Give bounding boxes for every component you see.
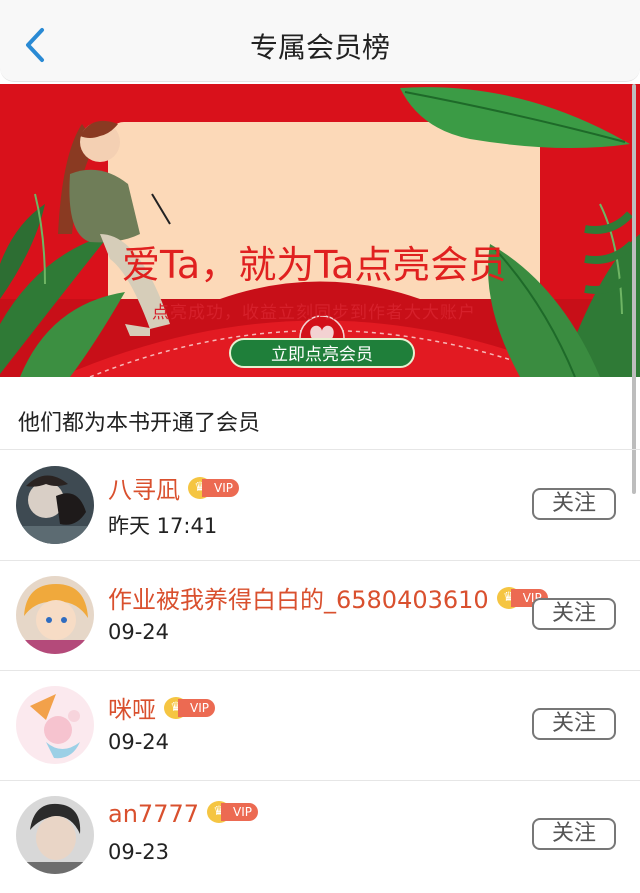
- member-row[interactable]: 作业被我养得白白的_6580403610 ♛ VIP 09-24 关注: [0, 560, 640, 670]
- vip-badge: ♛ VIP: [207, 801, 258, 823]
- member-name[interactable]: 咪哑 ♛ VIP: [108, 690, 215, 725]
- member-date: 09-24: [108, 620, 170, 644]
- scrollbar[interactable]: [632, 84, 636, 494]
- avatar[interactable]: [16, 466, 94, 544]
- avatar[interactable]: [16, 576, 94, 654]
- page-title: 专属会员榜: [249, 31, 390, 64]
- member-date: 09-23: [108, 840, 170, 864]
- member-row[interactable]: 八寻凪 ♛ VIP 昨天 17:41 关注: [0, 450, 640, 560]
- member-date: 昨天 17:41: [108, 514, 218, 538]
- follow-button[interactable]: 关注: [532, 598, 616, 630]
- light-up-membership-button[interactable]: 立即点亮会员: [229, 338, 415, 368]
- member-date: 09-24: [108, 730, 170, 754]
- member-name[interactable]: 八寻凪 ♛ VIP: [108, 470, 239, 505]
- banner-illustration: [0, 87, 640, 377]
- banner-headline: 爱Ta，就为Ta点亮会员: [122, 243, 507, 287]
- vip-badge: ♛ VIP: [188, 477, 239, 499]
- member-row[interactable]: an7777 ♛ VIP 09-23 关注: [0, 780, 640, 890]
- follow-button[interactable]: 关注: [532, 708, 616, 740]
- nav-header: 专属会员榜: [0, 0, 640, 82]
- avatar[interactable]: [16, 796, 94, 874]
- promo-banner[interactable]: 爱Ta，就为Ta点亮会员 点亮成功，收益立刻同步到作者大大账户 立即点亮会员: [0, 84, 640, 377]
- banner-subtitle: 点亮成功，收益立刻同步到作者大大账户: [152, 303, 476, 323]
- member-name[interactable]: 作业被我养得白白的_6580403610 ♛ VIP: [108, 580, 548, 615]
- member-row[interactable]: 咪哑 ♛ VIP 09-24 关注: [0, 670, 640, 780]
- follow-button[interactable]: 关注: [532, 818, 616, 850]
- follow-button[interactable]: 关注: [532, 488, 616, 520]
- section-title: 他们都为本书开通了会员: [18, 411, 261, 436]
- vip-badge: ♛ VIP: [164, 697, 215, 719]
- avatar[interactable]: [16, 686, 94, 764]
- member-name[interactable]: an7777 ♛ VIP: [108, 800, 258, 828]
